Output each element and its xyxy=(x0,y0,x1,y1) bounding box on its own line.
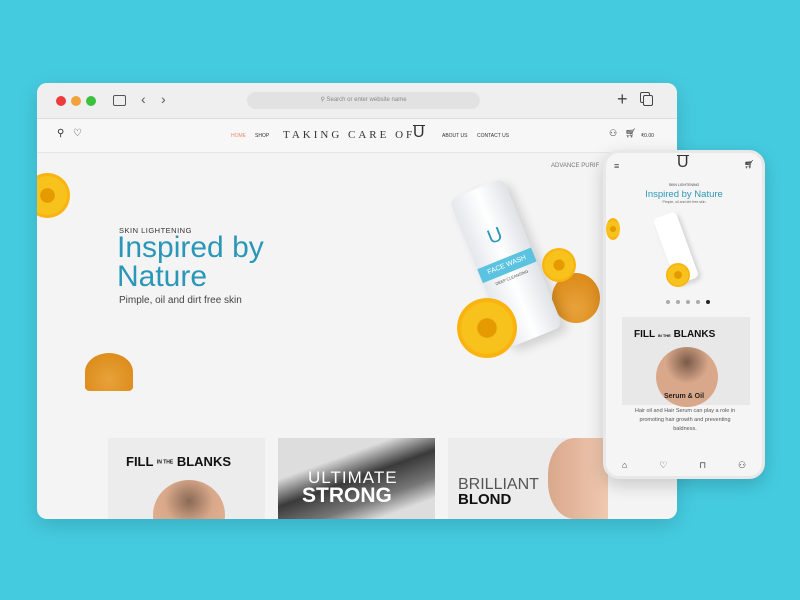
cart-icon[interactable]: 🛒︎ xyxy=(744,160,754,169)
phone-promo-card[interactable]: FILL IN THE BLANKS xyxy=(622,317,750,407)
phone-mockup: ≡ U 🛒︎ SKIN LIGHTENING Inspired by Natur… xyxy=(603,150,765,479)
tabs-icon[interactable] xyxy=(643,95,653,106)
flower-image xyxy=(457,298,517,358)
flower-image xyxy=(606,218,620,240)
promo-card-ultimate-strong[interactable]: ULTIMATE STRONG xyxy=(278,438,435,519)
flower-image xyxy=(666,263,690,287)
carousel-dot-active[interactable] xyxy=(706,300,710,304)
forward-icon[interactable]: › xyxy=(161,91,166,107)
flower-image xyxy=(37,173,70,218)
heart-icon[interactable]: ♡ xyxy=(659,460,667,471)
nav-about[interactable]: ABOUT US xyxy=(442,133,467,139)
carousel-dots xyxy=(666,300,710,304)
carousel-dot[interactable] xyxy=(696,300,700,304)
logo[interactable]: U xyxy=(413,125,425,141)
nav-shop[interactable]: SHOP xyxy=(255,133,269,139)
phone-logo[interactable]: U xyxy=(677,155,689,171)
carousel-dot[interactable] xyxy=(686,300,690,304)
bag-icon[interactable]: ⊓ xyxy=(699,460,706,471)
plus-icon[interactable]: + xyxy=(617,89,628,110)
menu-icon[interactable]: ≡ xyxy=(614,161,619,171)
close-button[interactable] xyxy=(56,96,66,106)
cart-icon[interactable]: 🛒︎ xyxy=(625,128,636,139)
promo-card-brilliant-blond[interactable]: BRILLIANT BLOND xyxy=(448,438,608,519)
phone-eyebrow: SKIN LIGHTENING xyxy=(668,183,700,187)
browser-window: ‹ › ⚲ Search or enter website name + ⚲ ♡… xyxy=(37,83,677,519)
hero-section: SKIN LIGHTENING Inspired by Nature Pimple… xyxy=(37,153,677,453)
carousel-dot[interactable] xyxy=(666,300,670,304)
heart-icon[interactable]: ♡ xyxy=(73,128,82,139)
browser-toolbar: ‹ › ⚲ Search or enter website name + xyxy=(37,83,677,119)
promo-card-fill-blanks[interactable]: FILL IN THE BLANKS xyxy=(108,438,265,519)
user-icon[interactable]: ⚇ xyxy=(609,128,617,139)
flower-image xyxy=(542,248,576,282)
woman-photo xyxy=(548,438,608,519)
bottom-tab-bar: ⌂ ♡ ⊓ ⚇ xyxy=(606,460,762,471)
carousel-dot[interactable] xyxy=(676,300,680,304)
search-icon[interactable]: ⚲ xyxy=(57,128,64,139)
card-heading: Serum & Oil xyxy=(663,393,705,400)
phone-subtitle: Pimple, oil and dirt free skin xyxy=(662,200,706,204)
hero-title: Inspired by Nature xyxy=(117,231,264,293)
user-icon[interactable]: ⚇ xyxy=(738,460,746,471)
nav-home[interactable]: HOME xyxy=(231,133,246,139)
address-bar[interactable]: ⚲ Search or enter website name xyxy=(247,92,480,109)
man-photo xyxy=(153,480,225,519)
nav-contact[interactable]: CONTACT US xyxy=(477,133,509,139)
back-icon[interactable]: ‹ xyxy=(141,91,146,107)
minimize-button[interactable] xyxy=(71,96,81,106)
maximize-button[interactable] xyxy=(86,96,96,106)
hero-subtitle: Pimple, oil and dirt free skin xyxy=(119,295,242,306)
store-icon[interactable]: ⌂ xyxy=(622,460,627,471)
site-nav: ⚲ ♡ HOME SHOP TAKING CARE OF U ABOUT US … xyxy=(37,119,677,153)
sidebar-icon[interactable] xyxy=(113,95,126,106)
card-text: Hair oil and Hair Serum can play a role … xyxy=(634,408,736,432)
turmeric-image xyxy=(85,353,133,391)
brand-name: TAKING CARE OF xyxy=(283,129,416,141)
slide-peek-text: ADVANCE PURIF xyxy=(551,163,600,169)
phone-title: Inspired by Nature xyxy=(645,189,723,200)
cart-total: ₹0.00 xyxy=(641,133,654,139)
